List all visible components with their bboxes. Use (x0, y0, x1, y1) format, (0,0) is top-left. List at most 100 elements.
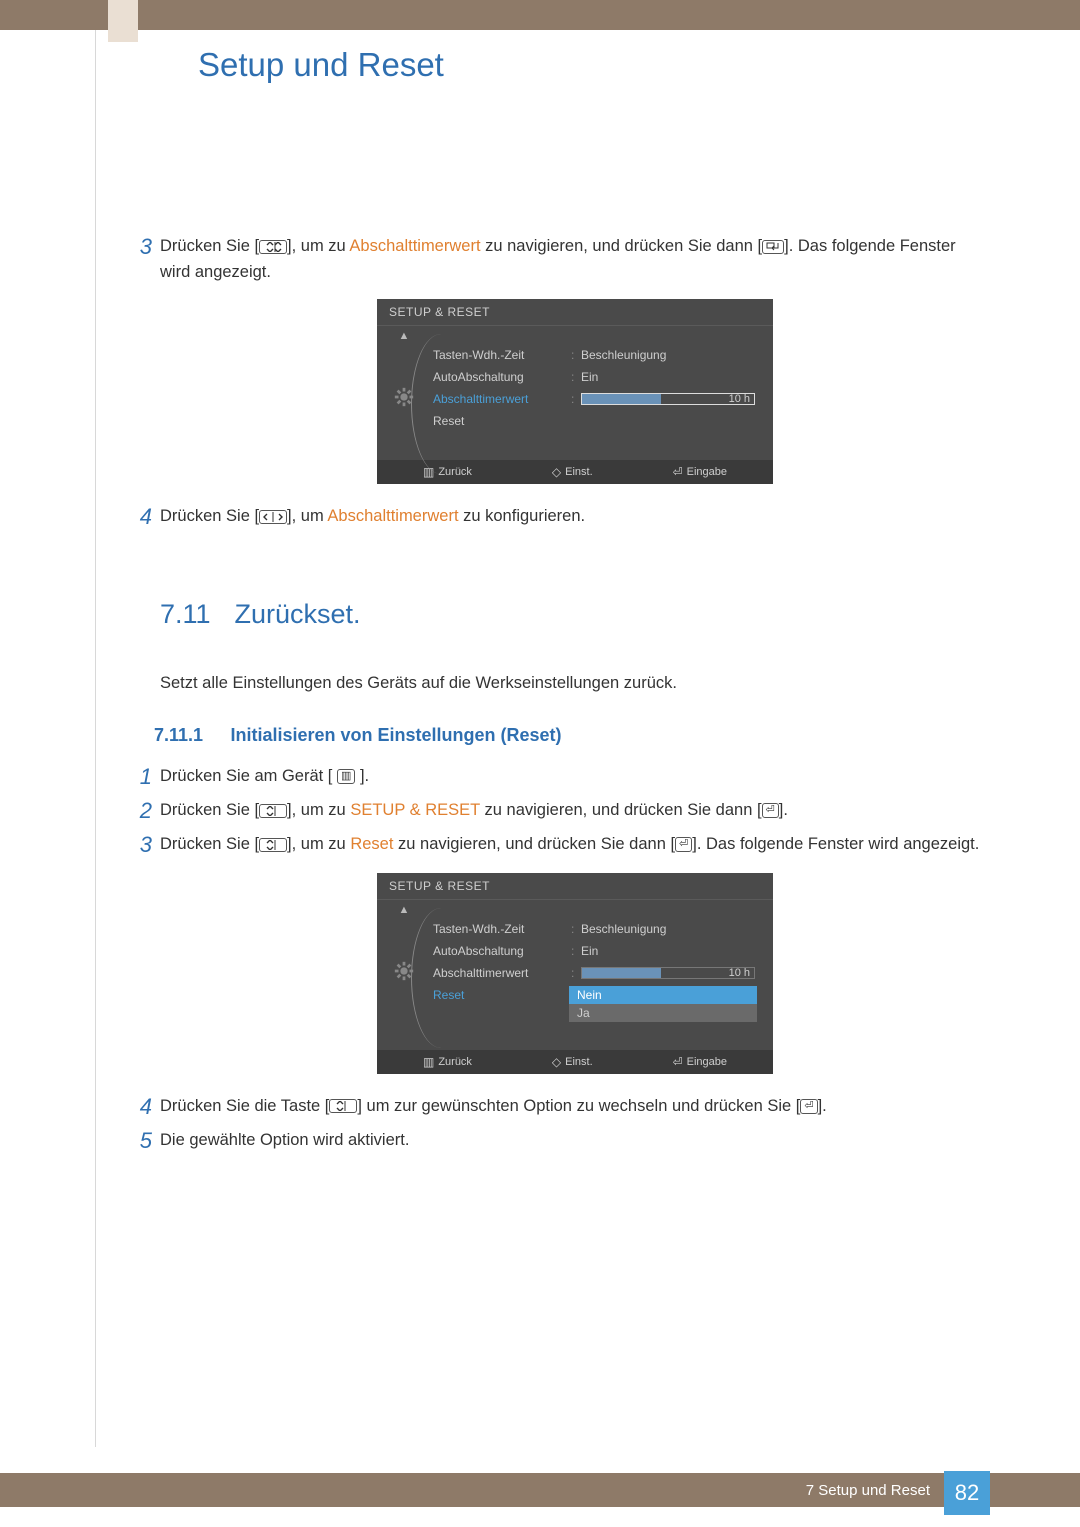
t: zu navigieren, und drücken Sie dann [ (393, 835, 675, 853)
enter-icon: ⏎ (673, 465, 683, 479)
step-text: Drücken Sie die Taste [] um zur gewünsch… (160, 1094, 827, 1120)
osd-menu: SETUP & RESET ▲ Tasten-Wdh.-Zeit AutoAbs… (377, 299, 773, 484)
osd-value: : 10 h (569, 388, 757, 410)
step-row: 4 Drücken Sie [], um Abschalttimerwert z… (122, 504, 990, 530)
subsection-header: 7.11.1 Initialisieren von Einstellungen … (154, 725, 990, 746)
t: Drücken Sie [ (160, 801, 259, 819)
diamond-icon: ◇ (552, 1055, 561, 1069)
osd-left-col: ▲ (381, 334, 427, 432)
step-number: 3 (122, 234, 152, 285)
v: Beschleunigung (581, 348, 666, 362)
step-number: 5 (122, 1128, 152, 1154)
osd-value-list: :Beschleunigung :Ein : 10 h (569, 334, 769, 432)
up-arrow-icon: ▲ (399, 904, 410, 916)
menu-icon: ▥ (337, 769, 355, 784)
osd-footer: ▥ Zurück ◇ Einst. ⏎Eingabe (377, 1050, 773, 1074)
osd-item-selected: Reset (427, 984, 569, 1006)
section-number: 7.11 (160, 599, 230, 630)
t: ], um zu (287, 801, 350, 819)
v: Ein (581, 944, 598, 958)
slider-label: 10 h (729, 393, 750, 405)
subsection-title: Initialisieren von Einstellungen (Reset) (230, 725, 561, 746)
t: ]. (779, 801, 788, 819)
vertical-rule (95, 30, 96, 1447)
step-text: Drücken Sie [], um zu SETUP & RESET zu n… (160, 798, 788, 824)
step-row: 4 Drücken Sie die Taste [] um zur gewüns… (122, 1094, 990, 1120)
osd-item: Reset (427, 410, 569, 432)
v: Beschleunigung (581, 922, 666, 936)
highlight: Abschalttimerwert (327, 507, 458, 525)
osd-dropdown: Nein Ja (569, 986, 757, 1022)
t: Drücken Sie [ (160, 835, 259, 853)
step-row: 5 Die gewählte Option wird aktiviert. (122, 1128, 990, 1154)
highlight: SETUP & RESET (350, 801, 480, 819)
step-row: 3 Drücken Sie [], um zu Abschalttimerwer… (122, 234, 990, 285)
section: 7.11 Zurückset. Setzt alle Einstellungen… (160, 599, 990, 1155)
page-number-box: 82 (944, 1471, 990, 1515)
step-text: Die gewählte Option wird aktiviert. (160, 1128, 409, 1154)
step-text: Drücken Sie [], um zu Reset zu navigiere… (160, 832, 979, 858)
osd-adjust: ◇ Einst. (552, 1055, 593, 1069)
t: Drücken Sie [ (160, 507, 259, 525)
up-down-icon (259, 838, 287, 852)
dropdown-option: Ja (569, 1004, 757, 1022)
menu-icon: ▥ (423, 1055, 434, 1069)
osd-enter: ⏎ Eingabe (673, 465, 727, 479)
step-text: Drücken Sie [], um zu Abschalttimerwert … (160, 234, 990, 285)
slider-label: 10 h (729, 967, 750, 979)
osd-arc (411, 334, 441, 474)
step-row: 3 Drücken Sie [], um zu Reset zu navigie… (122, 832, 990, 858)
step-row: 1 Drücken Sie am Gerät [ ▥ ]. (122, 764, 990, 790)
continuation-steps: 3 Drücken Sie [], um zu Abschalttimerwer… (160, 234, 990, 531)
t: Einst. (565, 466, 593, 478)
t: Eingabe (687, 466, 727, 478)
step-number: 2 (122, 798, 152, 824)
osd-item: Abschalttimerwert (427, 962, 569, 984)
up-down-icon (259, 240, 287, 254)
osd-value: :Beschleunigung (569, 918, 757, 940)
osd-slider: 10 h (581, 393, 755, 405)
osd-value: : 10 h (569, 962, 757, 984)
chapter-title: Setup und Reset (198, 46, 990, 84)
subsection-number: 7.11.1 (154, 725, 226, 746)
osd-item-list: Tasten-Wdh.-Zeit AutoAbschaltung Abschal… (427, 334, 569, 432)
enter-icon: ⏎ (762, 803, 779, 818)
up-arrow-icon: ▲ (399, 330, 410, 342)
step-number: 3 (122, 832, 152, 858)
osd-value: :Beschleunigung (569, 344, 757, 366)
footer-chapter: 7 Setup und Reset (806, 1482, 930, 1499)
subsection-steps-cont: 4 Drücken Sie die Taste [] um zur gewüns… (122, 1094, 990, 1155)
slider-fill (582, 394, 661, 404)
osd-enter: ⏎Eingabe (673, 1055, 727, 1069)
osd-value: :Ein (569, 366, 757, 388)
osd-item-list: Tasten-Wdh.-Zeit AutoAbschaltung Abschal… (427, 908, 569, 1022)
osd-value-list: :Beschleunigung :Ein : 10 h Nein Ja (569, 908, 769, 1022)
page-footer: 7 Setup und Reset 82 (0, 1473, 1080, 1527)
top-tab-accent (108, 0, 138, 42)
osd-value: :Ein (569, 940, 757, 962)
osd-title: SETUP & RESET (377, 873, 773, 900)
osd-item: Tasten-Wdh.-Zeit (427, 344, 569, 366)
osd-title: SETUP & RESET (377, 299, 773, 326)
t: Einst. (565, 1056, 593, 1068)
page-content: Setup und Reset 3 Drücken Sie [], um zu … (160, 40, 990, 1162)
t: ]. (818, 1097, 827, 1115)
t: ] um zur gewünschten Option zu wechseln … (357, 1097, 800, 1115)
osd-arc (411, 908, 441, 1048)
t: Zurück (438, 1056, 472, 1068)
section-description: Setzt alle Einstellungen des Geräts auf … (160, 674, 990, 693)
footer-right: 7 Setup und Reset 82 (806, 1473, 990, 1507)
enter-icon: ⏎ (673, 1055, 683, 1069)
t: ], um zu (287, 835, 350, 853)
t: ], um zu (287, 237, 349, 255)
step-number: 1 (122, 764, 152, 790)
enter-icon: ⏎ (675, 837, 692, 852)
t: Drücken Sie am Gerät [ (160, 767, 337, 785)
osd-left-col: ▲ (381, 908, 427, 1022)
top-brown-bar (0, 0, 1080, 30)
t: Drücken Sie [ (160, 237, 259, 255)
up-down-icon (329, 1099, 357, 1113)
step-row: 2 Drücken Sie [], um zu SETUP & RESET zu… (122, 798, 990, 824)
t: zu konfigurieren. (459, 507, 586, 525)
v: Ein (581, 370, 598, 384)
